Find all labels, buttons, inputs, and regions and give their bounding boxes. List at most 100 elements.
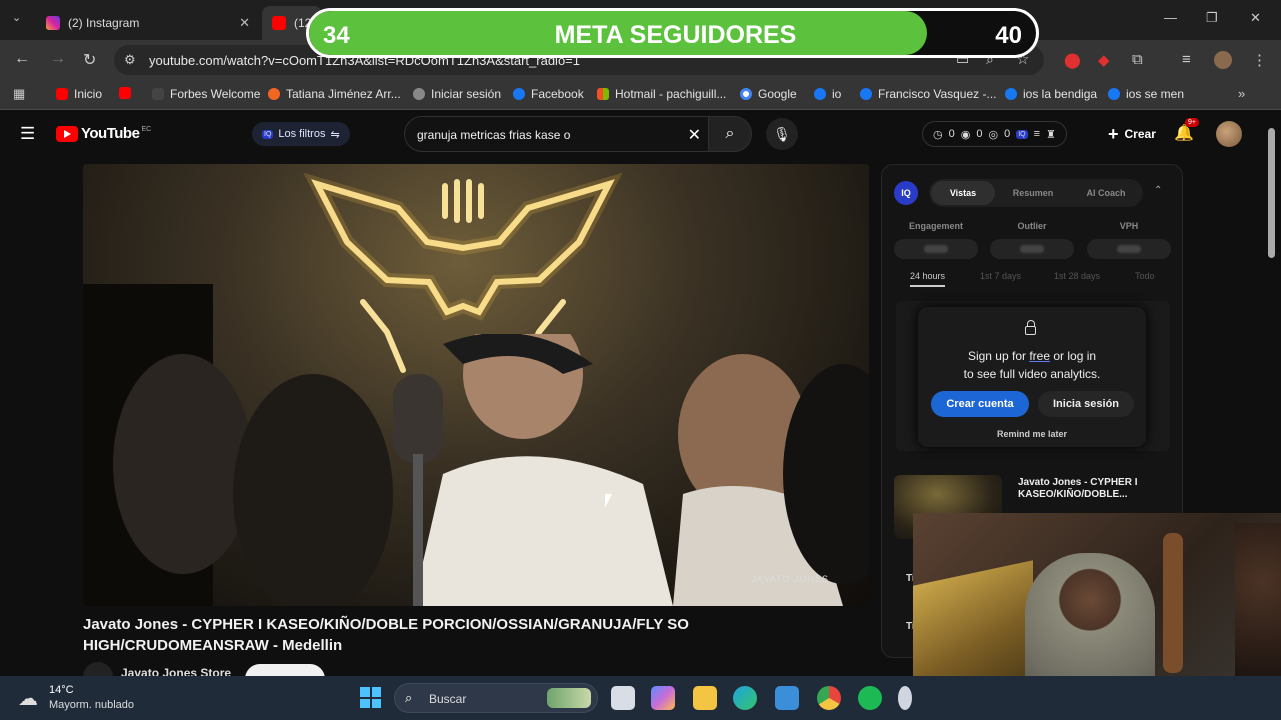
start-windows-icon[interactable]: [360, 687, 381, 708]
bookmark-youtube[interactable]: [119, 87, 137, 99]
range-24-hours[interactable]: 24 hours: [910, 271, 946, 287]
settings-icon[interactable]: [898, 686, 912, 710]
spotify-icon[interactable]: [858, 686, 882, 710]
trophy-icon: ♜: [1046, 128, 1056, 141]
instagram-icon: [46, 16, 60, 30]
youtube-icon: [56, 88, 68, 100]
bookmark-ios-se-men[interactable]: ios se men: [1108, 87, 1184, 101]
chrome-icon[interactable]: [817, 686, 841, 710]
hamburger-menu-icon[interactable]: ☰: [20, 124, 35, 144]
forward-icon[interactable]: →: [50, 50, 66, 68]
goal-target: 40: [995, 22, 1022, 49]
weather-temperature[interactable]: 14°C: [49, 684, 74, 696]
video-title: Javato Jones - CYPHER I KASEO/KIÑO/DOBLE…: [83, 616, 689, 654]
bookmark-facebook[interactable]: Facebook: [513, 87, 584, 101]
menu-icon[interactable]: ⋮: [1252, 51, 1267, 69]
microsoft-icon: [597, 88, 609, 100]
range-28-days[interactable]: 1st 28 days: [1054, 271, 1100, 281]
bookmark-hotmail[interactable]: Hotmail - pachiguill...: [597, 87, 726, 101]
facebook-icon: [1005, 88, 1017, 100]
tab-title: (2) Instagram: [68, 16, 140, 30]
eye-icon: ◉: [960, 128, 971, 141]
range-7-days[interactable]: 1st 7 days: [980, 271, 1021, 281]
media-controls-icon[interactable]: ≡: [1182, 51, 1191, 68]
facebook-icon: [814, 88, 826, 100]
bookmark-francisco[interactable]: Francisco Vasquez -...: [860, 87, 997, 101]
remind-later-link[interactable]: Remind me later: [918, 429, 1146, 439]
login-button[interactable]: Inicia sesión: [1038, 391, 1134, 417]
extension-record-icon[interactable]: ⬤: [1064, 51, 1081, 69]
youtube-icon: [119, 87, 131, 99]
search-icon: ⌕: [725, 125, 735, 142]
bookmark-iniciar-sesion[interactable]: Iniciar sesión: [413, 87, 501, 101]
extensions-icon[interactable]: ⧉: [1132, 51, 1143, 68]
clear-search-icon[interactable]: ✕: [688, 125, 701, 145]
minimize-button[interactable]: —: [1164, 10, 1177, 25]
extension-adblock-icon[interactable]: ◆: [1098, 51, 1110, 69]
panel-tabs: Vistas Resumen AI Coach: [929, 179, 1143, 207]
maximize-button[interactable]: ❐: [1206, 10, 1218, 26]
bookmark-io[interactable]: io: [814, 87, 841, 101]
free-link[interactable]: free: [1029, 349, 1050, 363]
metric-value-blurred: [990, 239, 1074, 259]
task-view-icon[interactable]: [611, 686, 635, 710]
recommended-title[interactable]: Javato Jones - CYPHER I KASEO/KIÑO/DOBLE…: [1018, 477, 1168, 501]
page-scrollbar[interactable]: [1268, 128, 1275, 258]
file-explorer-icon[interactable]: [693, 686, 717, 710]
voice-search-button[interactable]: 🎙: [766, 118, 798, 150]
blogger-icon: [268, 88, 280, 100]
search-input[interactable]: granuja metricas frias kase o ✕: [404, 116, 710, 152]
video-player[interactable]: JAVATO JONES: [83, 164, 869, 606]
bookmark-forbes[interactable]: Forbes Welcome: [152, 87, 260, 101]
apps-grid-icon[interactable]: ▦: [13, 86, 25, 102]
mic-icon: 🎙: [773, 125, 791, 142]
site-info-icon[interactable]: ⚙: [124, 52, 136, 68]
close-icon[interactable]: ✕: [239, 15, 250, 31]
iq-logo: IQ: [894, 181, 918, 205]
bookmark-ios-la-bendiga[interactable]: ios la bendiga: [1005, 87, 1097, 101]
reload-icon[interactable]: ↻: [83, 50, 96, 70]
plus-icon: +: [1108, 123, 1119, 144]
copilot-icon[interactable]: [651, 686, 675, 710]
notifications-button[interactable]: 🔔 9+: [1174, 118, 1199, 143]
bookmark-inicio[interactable]: Inicio: [56, 87, 102, 101]
iq-icon: IQ: [1016, 129, 1028, 139]
webcam-guitar: [1163, 533, 1183, 673]
follower-goal-overlay: 34 META SEGUIDORES 40: [306, 8, 1039, 58]
forbes-icon: [152, 88, 164, 100]
bookmark-google[interactable]: Google: [740, 87, 797, 101]
youtube-logo[interactable]: YouTube EC: [56, 125, 151, 142]
tab-vistas[interactable]: Vistas: [931, 181, 995, 205]
close-window-button[interactable]: ✕: [1250, 10, 1261, 26]
more-bookmarks-icon[interactable]: »: [1238, 86, 1245, 101]
sliders-icon: ⇋: [330, 128, 340, 141]
metric-label-vph: VPH: [1119, 221, 1139, 231]
facebook-icon: [860, 88, 872, 100]
account-avatar[interactable]: [1216, 121, 1242, 147]
bookmark-tatiana[interactable]: Tatiana Jiménez Arr...: [268, 87, 401, 101]
iq-icon: IQ: [262, 129, 274, 139]
tab-resumen[interactable]: Resumen: [1001, 179, 1065, 207]
extension-stats[interactable]: ◷ 0 ◉ 0 ◎ 0 IQ ≡ ♜: [922, 121, 1067, 147]
profile-avatar[interactable]: [1214, 51, 1232, 69]
bookmarks-bar: ▦ Inicio Forbes Welcome Tatiana Jiménez …: [0, 80, 1281, 110]
weather-condition[interactable]: Mayorm. nublado: [49, 699, 134, 711]
create-button[interactable]: + Crear: [1098, 118, 1166, 150]
tab-ai-coach[interactable]: AI Coach: [1071, 179, 1141, 207]
metric-value-blurred: [894, 239, 978, 259]
create-account-button[interactable]: Crear cuenta: [931, 391, 1029, 417]
tab-search-icon[interactable]: ⌄: [12, 11, 21, 24]
bell-icon: 🔔: [1174, 125, 1194, 142]
range-todo[interactable]: Todo: [1135, 271, 1155, 281]
taskbar-search[interactable]: ⌕ Buscar: [394, 683, 598, 713]
search-button[interactable]: ⌕: [708, 116, 752, 152]
collapse-chevron-icon[interactable]: ⌃: [1154, 185, 1162, 196]
filters-button[interactable]: IQ Los filtros ⇋: [252, 122, 350, 146]
youtube-header: ☰ YouTube EC IQ Los filtros ⇋ granuja me…: [0, 111, 1281, 157]
store-icon[interactable]: [775, 686, 799, 710]
back-icon[interactable]: ←: [14, 50, 30, 68]
tab-instagram[interactable]: (2) Instagram ✕: [36, 6, 260, 40]
cloudy-weather-icon[interactable]: ☁: [18, 686, 38, 711]
edge-icon[interactable]: [733, 686, 757, 710]
goal-title: META SEGUIDORES: [554, 21, 797, 49]
